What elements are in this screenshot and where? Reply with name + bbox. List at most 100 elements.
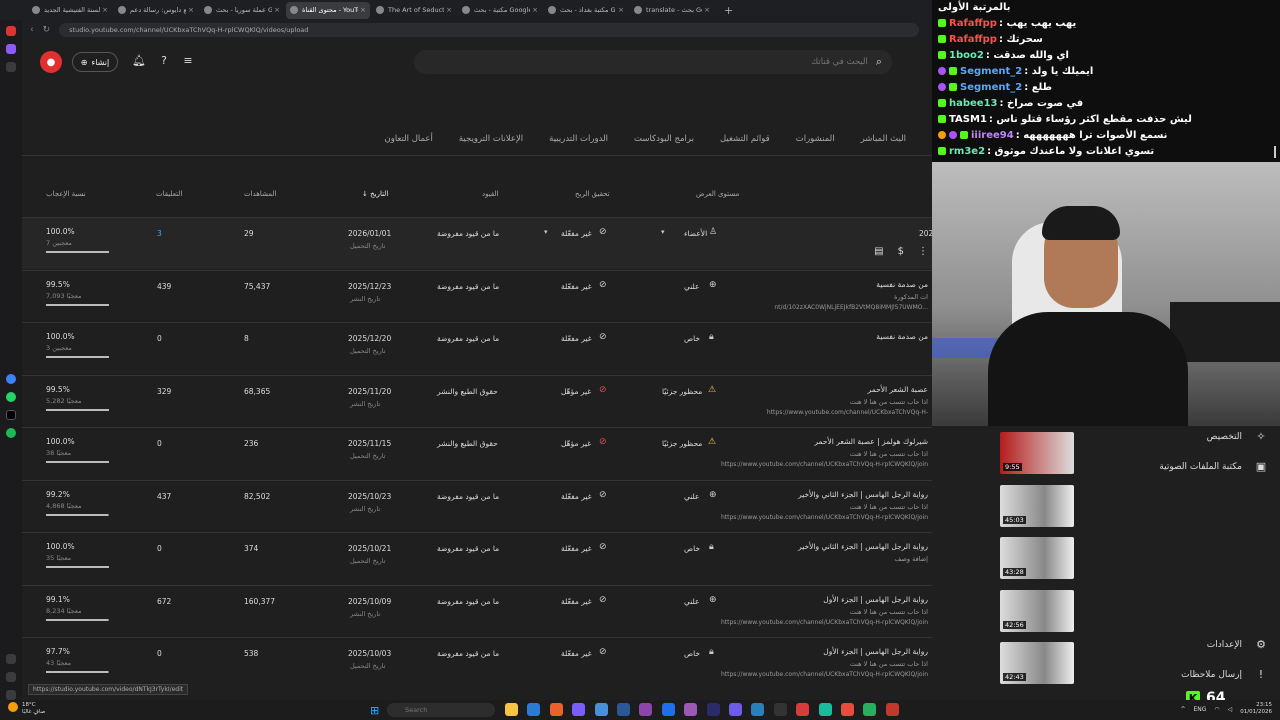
- table-row[interactable]: 🔒︎ خاص ⊘ غير مفعّلة ما من قيود مفروضة 2025/12…: [22, 322, 932, 374]
- notifications-icon[interactable]: 🔔︎: [132, 54, 146, 68]
- table-row[interactable]: 🔒︎ خاص ⊘ غير مفعّلة ما من قيود مفروضة 2025/10…: [22, 637, 932, 689]
- tab-content[interactable]: قوائم التشغيل: [720, 128, 770, 155]
- table-row[interactable]: ⚠ محظور جزئيًا ⊘ غير مؤهّل حقوق الطبع والنشر…: [22, 374, 932, 427]
- video-title[interactable]: رواية الرجل الهامس | الجزء الأول: [823, 595, 928, 604]
- chat-username[interactable]: iiiree94: [971, 130, 1014, 141]
- col-date[interactable]: ↓ التاريخ: [362, 190, 388, 198]
- comments-value[interactable]: 329: [157, 387, 171, 396]
- x-icon[interactable]: [6, 410, 16, 420]
- col-visibility[interactable]: مستوى العرض: [696, 190, 739, 198]
- chat-username[interactable]: Rafaffpp: [949, 18, 997, 29]
- video-thumbnail[interactable]: 42:56: [1000, 589, 1074, 632]
- help-icon[interactable]: ?: [157, 54, 171, 68]
- table-row[interactable]: ⚠ محظور جزئيًا ⊘ غير مؤهّل حقوق الطبع والنشر…: [22, 427, 932, 479]
- reload-icon[interactable]: ↻: [43, 25, 51, 35]
- tab-content[interactable]: برامج البودكاست: [634, 128, 694, 155]
- chat-username[interactable]: Segment_2: [960, 82, 1022, 93]
- close-icon[interactable]: ×: [530, 6, 538, 14]
- taskbar-app-icon[interactable]: [684, 703, 698, 716]
- messenger-icon[interactable]: [6, 374, 16, 384]
- comments-value[interactable]: 437: [157, 492, 171, 501]
- taskbar-app-icon[interactable]: [729, 703, 742, 716]
- channel-avatar[interactable]: ●: [40, 51, 62, 73]
- browser-tab[interactable]: عملة سوريا - بحث Google×: [200, 2, 284, 19]
- chat-username[interactable]: Segment_2: [960, 66, 1022, 77]
- home-icon[interactable]: [6, 44, 16, 54]
- video-title[interactable]: رواية الرجل الهامس | الجزء الأول: [823, 647, 928, 656]
- settings-icon[interactable]: [6, 654, 16, 664]
- wifi-icon[interactable]: ◠: [1214, 706, 1219, 713]
- browser-tab[interactable]: رأس السنة الفتيشية الجديد×: [28, 2, 112, 19]
- taskbar-app-icon[interactable]: [549, 703, 563, 716]
- close-icon[interactable]: ×: [100, 6, 108, 14]
- taskbar-app-icon[interactable]: [572, 703, 586, 716]
- col-monetization[interactable]: تحقيق الربح: [575, 190, 610, 198]
- video-thumbnail[interactable]: 42:43: [1000, 642, 1074, 684]
- volume-icon[interactable]: ◁: [1228, 706, 1233, 713]
- chat-username[interactable]: Rafaffpp: [949, 34, 997, 45]
- tab-content[interactable]: البث المباشر: [861, 128, 906, 155]
- browser-tab[interactable]: مكتبة بغداد - بحث Google×: [544, 2, 628, 19]
- comments-value[interactable]: 3: [157, 229, 162, 238]
- video-thumbnail[interactable]: 45:03: [1000, 484, 1074, 527]
- tab-content[interactable]: المنشورات: [796, 128, 835, 155]
- table-row[interactable]: ⊕ علني ⊘ غير مفعّلة ما من قيود مفروضة 2025/10…: [22, 479, 932, 532]
- visibility-value[interactable]: الأعضاء: [684, 229, 707, 238]
- table-row[interactable]: ♙ الأعضاء ⊘ غير مفعّلة ما من قيود مفروضة 2026…: [22, 217, 932, 269]
- table-row[interactable]: ⊕ علني ⊘ غير مفعّلة ما من قيود مفروضة 2025/10…: [22, 584, 932, 637]
- comments-icon[interactable]: ▤: [874, 246, 883, 257]
- back-icon[interactable]: ‹: [30, 25, 34, 35]
- taskbar-app-icon[interactable]: [885, 703, 899, 716]
- video-title[interactable]: رواية الرجل الهامس | الجزء الثاني والأخي…: [798, 542, 928, 551]
- col-views[interactable]: المشاهدات: [244, 190, 276, 198]
- tab-content[interactable]: أعمال التعاون: [384, 128, 432, 155]
- bookmarks-icon[interactable]: [6, 62, 16, 72]
- sidebar-item-customize[interactable]: ✧ التخصيص: [1207, 430, 1268, 443]
- video-title[interactable]: من صدمة نفسية: [876, 280, 928, 289]
- chat-username[interactable]: rm3e2: [949, 146, 985, 157]
- comments-value[interactable]: 672: [157, 597, 171, 606]
- chevron-down-icon[interactable]: ▾: [544, 228, 548, 236]
- video-title[interactable]: شيرلوك هولمز | عصبة الشعر الأحمر: [814, 437, 928, 446]
- video-title[interactable]: عصبة الشعر الأحمر: [868, 385, 928, 394]
- search-input[interactable]: [467, 57, 868, 67]
- taskbar-app-icon[interactable]: [505, 703, 518, 716]
- browser-tab[interactable]: كتنا مع دايوس: رسالة دعم×: [114, 2, 198, 19]
- start-button[interactable]: ⊞: [370, 704, 379, 717]
- close-icon[interactable]: ×: [702, 6, 710, 14]
- monetization-icon[interactable]: $: [898, 246, 904, 257]
- taskbar-search[interactable]: [387, 703, 495, 717]
- chat-username[interactable]: 1boo2: [949, 50, 984, 61]
- new-tab-button[interactable]: +: [724, 4, 733, 17]
- browser-tab[interactable]: translate - بحث Google×: [630, 2, 714, 19]
- taskbar-app-icon[interactable]: [751, 703, 765, 716]
- chat-username[interactable]: habee13: [949, 98, 998, 109]
- spotify-icon[interactable]: [6, 428, 16, 438]
- tab-content[interactable]: الدورات التدريبية: [549, 128, 608, 155]
- tab-content[interactable]: الإعلانات الترويجية: [459, 128, 523, 155]
- taskbar-app-icon[interactable]: [661, 703, 675, 716]
- opera-menu-icon[interactable]: [6, 26, 16, 36]
- clock[interactable]: 23:15 01/01/2026: [1240, 702, 1272, 716]
- comments-value[interactable]: 439: [157, 282, 171, 291]
- more-icon[interactable]: [6, 690, 16, 700]
- more-options-icon[interactable]: ⋮: [918, 246, 928, 257]
- chevron-down-icon[interactable]: ▾: [661, 228, 665, 236]
- taskbar-app-icon[interactable]: [818, 703, 832, 716]
- taskbar-app-icon[interactable]: [773, 703, 787, 716]
- history-icon[interactable]: [6, 672, 16, 682]
- language-indicator[interactable]: ENG: [1193, 706, 1206, 713]
- video-title[interactable]: من صدمة نفسية: [876, 332, 928, 341]
- taskbar-app-icon[interactable]: [706, 703, 720, 716]
- sidebar-item-feedback[interactable]: ! إرسال ملاحظات: [1181, 668, 1268, 681]
- taskbar-app-icon[interactable]: [617, 703, 630, 716]
- create-button[interactable]: ⊕ إنشاء: [72, 52, 118, 72]
- close-icon[interactable]: ×: [616, 6, 624, 14]
- taskbar-app-icon[interactable]: [796, 703, 810, 716]
- close-icon[interactable]: ×: [186, 6, 194, 14]
- taskbar-app-icon[interactable]: [863, 703, 877, 716]
- browser-tab[interactable]: The Art of Seduction by R×: [372, 2, 456, 19]
- whatsapp-icon[interactable]: [6, 392, 16, 402]
- feedback-icon[interactable]: ≡: [181, 54, 195, 68]
- chevron-up-icon[interactable]: ^: [1180, 706, 1185, 713]
